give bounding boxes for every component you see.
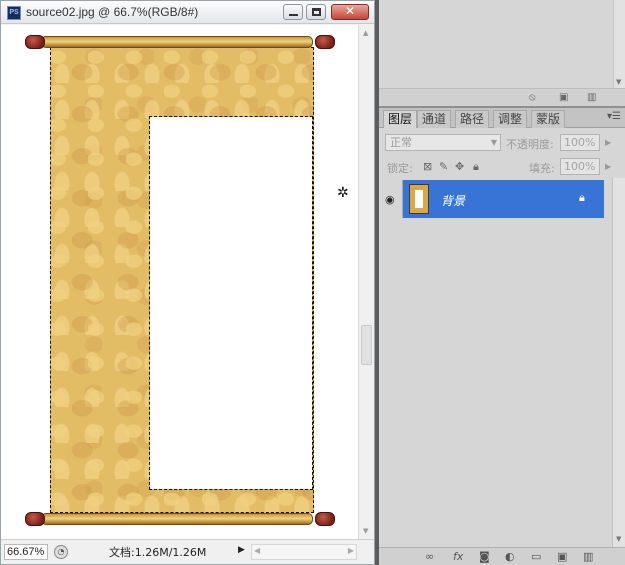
- lock-label: 锁定:: [387, 162, 413, 175]
- layer-row-background[interactable]: ◉ 背景 🔒︎: [379, 180, 604, 218]
- zoom-level-field[interactable]: 66.67%: [4, 544, 48, 560]
- tab-channels[interactable]: 通道: [417, 110, 452, 128]
- magic-wand-cursor-icon: ✲: [337, 185, 349, 201]
- close-icon: ✕: [344, 4, 356, 18]
- minimize-button[interactable]: [283, 4, 303, 20]
- document-size-info[interactable]: 文档:1.26M/1.26M: [109, 544, 206, 560]
- upper-panel: ▼ ⦸ ▣ ▥: [379, 0, 625, 106]
- fill-field[interactable]: 100%: [560, 158, 600, 175]
- rod-knob: [25, 512, 45, 526]
- status-info-icon[interactable]: ◔: [54, 545, 68, 559]
- fill-label: 填充:: [529, 162, 555, 175]
- lock-fill-row: 锁定: ⊠ ✎ ✥ 🔒︎ 填充: 100% ▶: [379, 154, 625, 178]
- opacity-label: 不透明度:: [506, 138, 554, 151]
- layer-list: ◉ 背景 🔒︎ ▼: [379, 178, 625, 547]
- document-vertical-scrollbar[interactable]: ▲ ▼: [358, 25, 374, 539]
- fx-icon[interactable]: fx: [453, 550, 463, 563]
- link-layers-icon[interactable]: ∞: [425, 550, 434, 563]
- lock-brush-icon[interactable]: ✎: [439, 160, 448, 173]
- blend-opacity-row: 正常 ▼ 不透明度: 100% ▶: [379, 130, 625, 154]
- layer-list-scrollbar[interactable]: ▼: [612, 178, 625, 547]
- close-button[interactable]: ✕: [331, 4, 369, 20]
- tab-layers[interactable]: 图层: [383, 110, 418, 128]
- upper-panel-toolbar: ⦸ ▣ ▥: [379, 88, 625, 106]
- status-menu-arrow-icon[interactable]: ▶: [238, 545, 245, 555]
- lock-all-icon[interactable]: 🔒︎: [473, 160, 479, 174]
- scroll-down-icon[interactable]: ▼: [616, 535, 621, 543]
- scroll-left-icon[interactable]: ◀: [254, 546, 260, 555]
- layer-lock-icon: 🔒︎: [579, 191, 585, 204]
- layers-panel: 图层 通道 路径 调整 蒙版 ▾☰ 正常 ▼ 不透明度: 100% ▶ 锁定: …: [379, 106, 625, 565]
- upper-panel-scrollbar[interactable]: ▼: [613, 0, 625, 88]
- scroll-up-icon[interactable]: ▲: [363, 29, 368, 37]
- layer-thumbnail: [409, 184, 429, 214]
- tab-masks[interactable]: 蒙版: [531, 110, 566, 128]
- new-group-icon[interactable]: ▭: [531, 550, 541, 563]
- layer-name[interactable]: 背景: [441, 192, 465, 209]
- new-layer-icon[interactable]: ▣: [557, 550, 567, 563]
- new-item-icon[interactable]: ▣: [559, 92, 568, 103]
- scroll-down-icon[interactable]: ▼: [616, 78, 621, 86]
- status-bar: 66.67% ◔ 文档:1.26M/1.26M ▶ ◀ ▶: [1, 539, 374, 564]
- document-horizontal-scrollbar[interactable]: ◀ ▶: [251, 544, 357, 560]
- panel-menu-icon[interactable]: ▾☰: [607, 111, 621, 122]
- trash-icon[interactable]: ▥: [583, 550, 593, 563]
- document-titlebar[interactable]: PS source02.jpg @ 66.7%(RGB/8#) ✕: [1, 1, 374, 24]
- scroll-inner-window[interactable]: [149, 116, 313, 490]
- maximize-button[interactable]: [306, 4, 326, 20]
- blend-mode-select[interactable]: 正常 ▼: [385, 134, 501, 151]
- clear-icon[interactable]: ⦸: [529, 92, 536, 103]
- minimize-icon: [289, 14, 298, 16]
- add-mask-icon[interactable]: ◙: [479, 550, 490, 563]
- scroll-mount-selection[interactable]: [50, 47, 314, 513]
- lock-move-icon[interactable]: ✥: [455, 160, 464, 173]
- opacity-arrow-icon[interactable]: ▶: [605, 138, 611, 147]
- tab-paths[interactable]: 路径: [455, 110, 490, 128]
- rod-knob: [315, 512, 335, 526]
- chevron-down-icon: ▼: [490, 138, 497, 147]
- lock-transparent-icon[interactable]: ⊠: [423, 160, 432, 173]
- document-title: source02.jpg @ 66.7%(RGB/8#): [26, 5, 199, 19]
- rod-knob: [315, 35, 335, 49]
- tab-adjustments[interactable]: 调整: [493, 110, 528, 128]
- rod-knob: [25, 35, 45, 49]
- bottom-scroll-rod: [41, 513, 313, 525]
- opacity-field[interactable]: 100%: [560, 134, 600, 151]
- trash-icon[interactable]: ▥: [587, 92, 596, 103]
- fill-arrow-icon[interactable]: ▶: [605, 162, 611, 171]
- document-canvas[interactable]: ✲: [1, 25, 358, 539]
- layers-bottom-toolbar: ∞ fx ◙ ◐ ▭ ▣ ▥: [379, 547, 625, 565]
- scroll-right-icon[interactable]: ▶: [348, 546, 354, 555]
- scroll-down-icon[interactable]: ▼: [363, 527, 368, 535]
- document-window: PS source02.jpg @ 66.7%(RGB/8#) ✕ ✲ ▲ ▼ …: [0, 0, 375, 565]
- visibility-toggle[interactable]: ◉: [379, 180, 403, 218]
- blend-mode-value: 正常: [390, 136, 412, 149]
- adjustment-layer-icon[interactable]: ◐: [505, 550, 515, 563]
- scroll-thumb[interactable]: [361, 325, 372, 365]
- eye-icon[interactable]: ◉: [385, 193, 395, 206]
- photoshop-icon: PS: [7, 6, 21, 20]
- top-scroll-rod: [41, 36, 313, 48]
- panel-tabs: 图层 通道 路径 调整 蒙版 ▾☰: [379, 108, 625, 128]
- maximize-icon: [312, 8, 321, 16]
